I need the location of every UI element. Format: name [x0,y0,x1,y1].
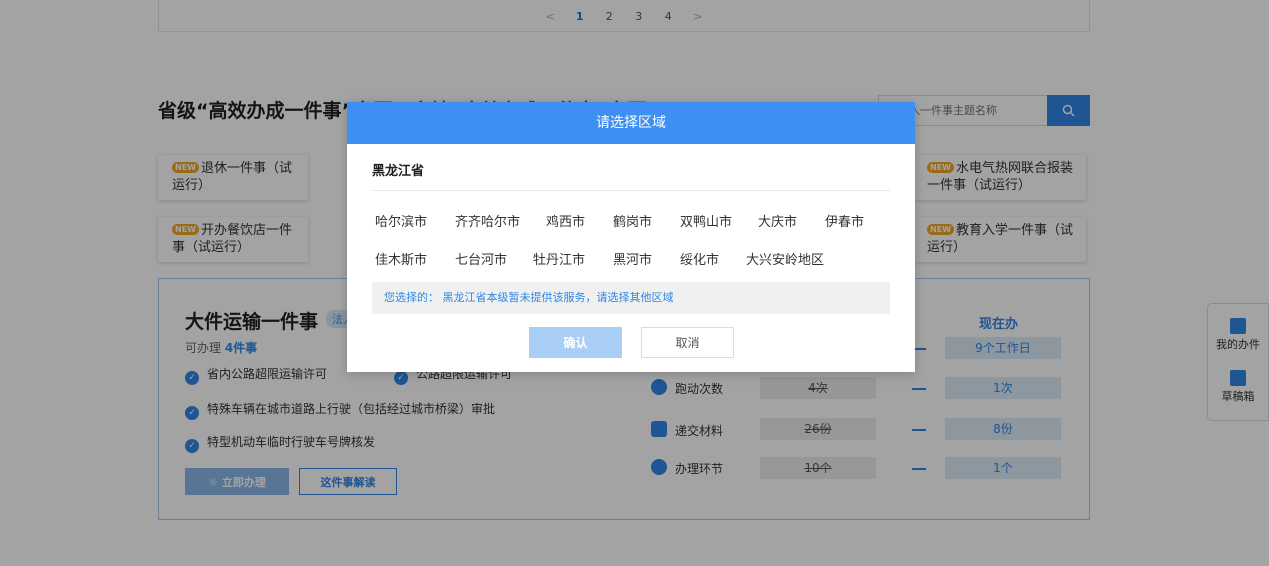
city-option[interactable]: 大庆市 [758,211,797,230]
city-option[interactable]: 黑河市 [613,249,652,268]
city-option[interactable]: 佳木斯市 [375,249,427,268]
city-option[interactable]: 鹤岗市 [613,211,652,230]
divider [372,190,890,191]
city-option[interactable]: 牡丹江市 [533,249,585,268]
city-option[interactable]: 哈尔滨市 [375,211,427,230]
city-option[interactable]: 双鸭山市 [680,211,732,230]
city-option[interactable]: 绥化市 [680,249,719,268]
selection-info: 您选择的： 黑龙江省本级暂未提供该服务，请选择其他区域 [372,282,890,314]
dialog-title: 请选择区域 [347,102,915,144]
page-background: < 1 2 3 4 > 省级“高效办成一件事”专题 市地“高效办成一件事”专题 … [0,0,1269,566]
province-name[interactable]: 黑龙江省 [372,160,424,179]
confirm-button[interactable]: 确认 [529,327,622,358]
cancel-button[interactable]: 取消 [641,327,734,358]
city-option[interactable]: 鸡西市 [546,211,585,230]
city-option[interactable]: 大兴安岭地区 [746,249,824,268]
region-select-dialog: 请选择区域 黑龙江省 哈尔滨市 齐齐哈尔市 鸡西市 鹤岗市 双鸭山市 大庆市 伊… [347,102,915,372]
city-option[interactable]: 七台河市 [455,249,507,268]
city-option[interactable]: 齐齐哈尔市 [455,211,520,230]
city-option[interactable]: 伊春市 [825,211,864,230]
